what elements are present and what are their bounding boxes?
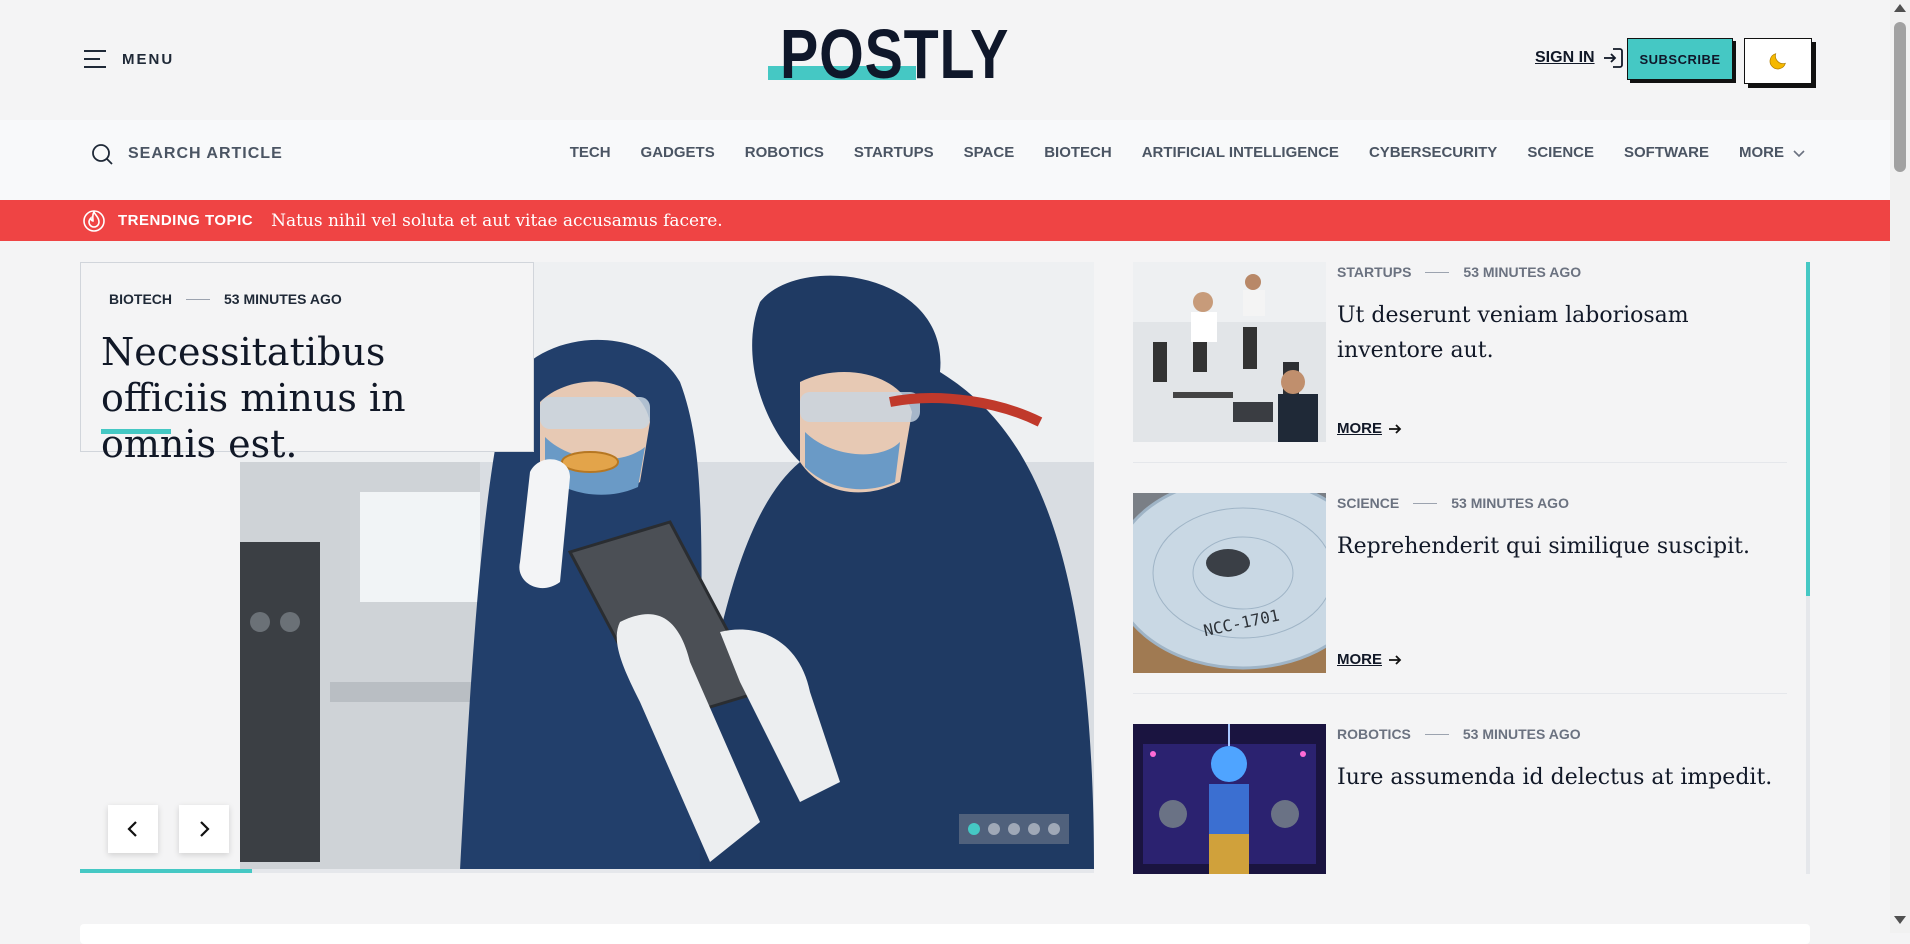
search-box[interactable]	[90, 142, 370, 166]
trending-label: TRENDING TOPIC	[118, 212, 254, 229]
window-scroll-thumb[interactable]	[1894, 22, 1906, 172]
meta-separator	[186, 298, 210, 300]
slide-dot[interactable]	[1048, 823, 1060, 835]
nav-more-label: MORE	[1739, 144, 1784, 161]
side-article: ROBOTICS 53 MINUTES AGO Iure assumenda i…	[1133, 724, 1787, 924]
scroll-down-arrow-icon[interactable]	[1894, 916, 1906, 924]
moon-icon	[1769, 53, 1786, 70]
side-list-scrollbar[interactable]	[1806, 262, 1810, 874]
side-article: STARTUPS 53 MINUTES AGO Ut deserunt veni…	[1133, 262, 1787, 463]
trending-headline-link[interactable]: Natus nihil vel soluta et aut vitae accu…	[271, 211, 723, 231]
side-article-thumbnail[interactable]: NCC-1701	[1133, 493, 1326, 673]
site-logo[interactable]: POSTLY	[768, 18, 1008, 90]
nav-item-biotech[interactable]: BIOTECH	[1044, 144, 1112, 161]
side-article-divider	[1133, 693, 1787, 694]
side-article-meta: SCIENCE 53 MINUTES AGO	[1337, 495, 1569, 511]
search-icon	[92, 144, 113, 165]
hero-title-underline	[101, 429, 171, 434]
side-list-scroll-thumb[interactable]	[1806, 262, 1810, 596]
meta-separator	[1424, 733, 1449, 735]
side-article-meta: ROBOTICS 53 MINUTES AGO	[1337, 726, 1581, 742]
meta-separator	[1413, 502, 1438, 504]
more-label: MORE	[1337, 420, 1382, 437]
sign-in-label: SIGN IN	[1535, 49, 1595, 66]
search-input[interactable]	[126, 144, 370, 164]
side-article-thumbnail[interactable]	[1133, 724, 1326, 874]
next-slide-button[interactable]	[179, 805, 229, 853]
trending-bar: TRENDING TOPIC Natus nihil vel soluta et…	[0, 200, 1890, 241]
side-article-more-link[interactable]: MORE	[1337, 651, 1402, 668]
nav-item-space[interactable]: SPACE	[964, 144, 1015, 161]
category-navbar: TECH GADGETS ROBOTICS STARTUPS SPACE BIO…	[0, 120, 1890, 200]
side-article-time: 53 MINUTES AGO	[1463, 264, 1582, 280]
top-header: MENU POSTLY SIGN IN SUBSCRIBE	[0, 0, 1890, 120]
nav-item-cybersecurity[interactable]: CYBERSECURITY	[1369, 144, 1497, 161]
subscribe-button[interactable]: SUBSCRIBE	[1627, 38, 1733, 80]
sign-in-link[interactable]: SIGN IN	[1535, 46, 1625, 70]
hamburger-icon	[84, 50, 106, 68]
slide-dots	[959, 814, 1069, 844]
flame-icon	[82, 209, 106, 233]
hero-meta: BIOTECH 53 MINUTES AGO	[109, 291, 342, 307]
scroll-up-arrow-icon[interactable]	[1894, 4, 1906, 12]
slide-dot[interactable]	[968, 823, 980, 835]
theme-toggle-button[interactable]	[1744, 38, 1812, 84]
side-article-more-link[interactable]: MORE	[1337, 420, 1402, 437]
side-article-thumbnail[interactable]	[1133, 262, 1326, 442]
hero-title-link[interactable]: Necessitatibus officiis minus in omnis e…	[101, 329, 501, 467]
slide-dot[interactable]	[1028, 823, 1040, 835]
more-label: MORE	[1337, 651, 1382, 668]
side-article-category-link[interactable]: SCIENCE	[1337, 495, 1399, 511]
side-article-title-link[interactable]: Reprehenderit qui similique suscipit.	[1337, 529, 1787, 564]
logo-text: POSTLY	[780, 15, 1010, 93]
nav-items: TECH GADGETS ROBOTICS STARTUPS SPACE BIO…	[570, 144, 1806, 161]
side-article-divider	[1133, 462, 1787, 463]
nav-item-robotics[interactable]: ROBOTICS	[745, 144, 824, 161]
meta-separator	[1425, 271, 1450, 273]
side-article-title-link[interactable]: Iure assumenda id delectus at impedit.	[1337, 760, 1787, 795]
side-article-meta: STARTUPS 53 MINUTES AGO	[1337, 264, 1581, 280]
arrow-right-icon	[1389, 654, 1402, 665]
side-article-title-link[interactable]: Ut deserunt veniam laboriosam inventore …	[1337, 298, 1787, 368]
side-article-time: 53 MINUTES AGO	[1462, 726, 1581, 742]
side-article-category-link[interactable]: ROBOTICS	[1337, 726, 1411, 742]
side-article-time: 53 MINUTES AGO	[1451, 495, 1569, 511]
hero-time: 53 MINUTES AGO	[224, 291, 342, 307]
chevron-right-icon	[200, 821, 210, 837]
nav-more-dropdown[interactable]: MORE	[1739, 144, 1806, 161]
window-scrollbar[interactable]	[1890, 0, 1910, 933]
slide-progress-fill	[80, 869, 253, 873]
nav-item-science[interactable]: SCIENCE	[1527, 144, 1594, 161]
side-article: NCC-1701 SCIENCE 53 MINUTES AGO Reprehen…	[1133, 493, 1787, 694]
hero-card: BIOTECH 53 MINUTES AGO Necessitatibus of…	[80, 262, 534, 466]
slide-progress-track	[80, 869, 1094, 873]
menu-label: MENU	[122, 50, 175, 68]
hero-category-link[interactable]: BIOTECH	[109, 291, 172, 307]
prev-slide-button[interactable]	[108, 805, 158, 853]
sign-in-icon	[1603, 48, 1623, 68]
chevron-down-icon	[1793, 149, 1805, 157]
nav-item-artificial-intelligence[interactable]: ARTIFICIAL INTELLIGENCE	[1142, 144, 1339, 161]
next-section-card	[80, 924, 1810, 944]
arrow-right-icon	[1389, 423, 1402, 434]
nav-item-startups[interactable]: STARTUPS	[854, 144, 934, 161]
chevron-left-icon	[127, 821, 137, 837]
nav-item-software[interactable]: SOFTWARE	[1624, 144, 1709, 161]
menu-button[interactable]: MENU	[82, 46, 174, 72]
slide-dot[interactable]	[1008, 823, 1020, 835]
slide-dot[interactable]	[988, 823, 1000, 835]
nav-item-tech[interactable]: TECH	[570, 144, 611, 161]
side-article-category-link[interactable]: STARTUPS	[1337, 264, 1411, 280]
nav-item-gadgets[interactable]: GADGETS	[641, 144, 715, 161]
